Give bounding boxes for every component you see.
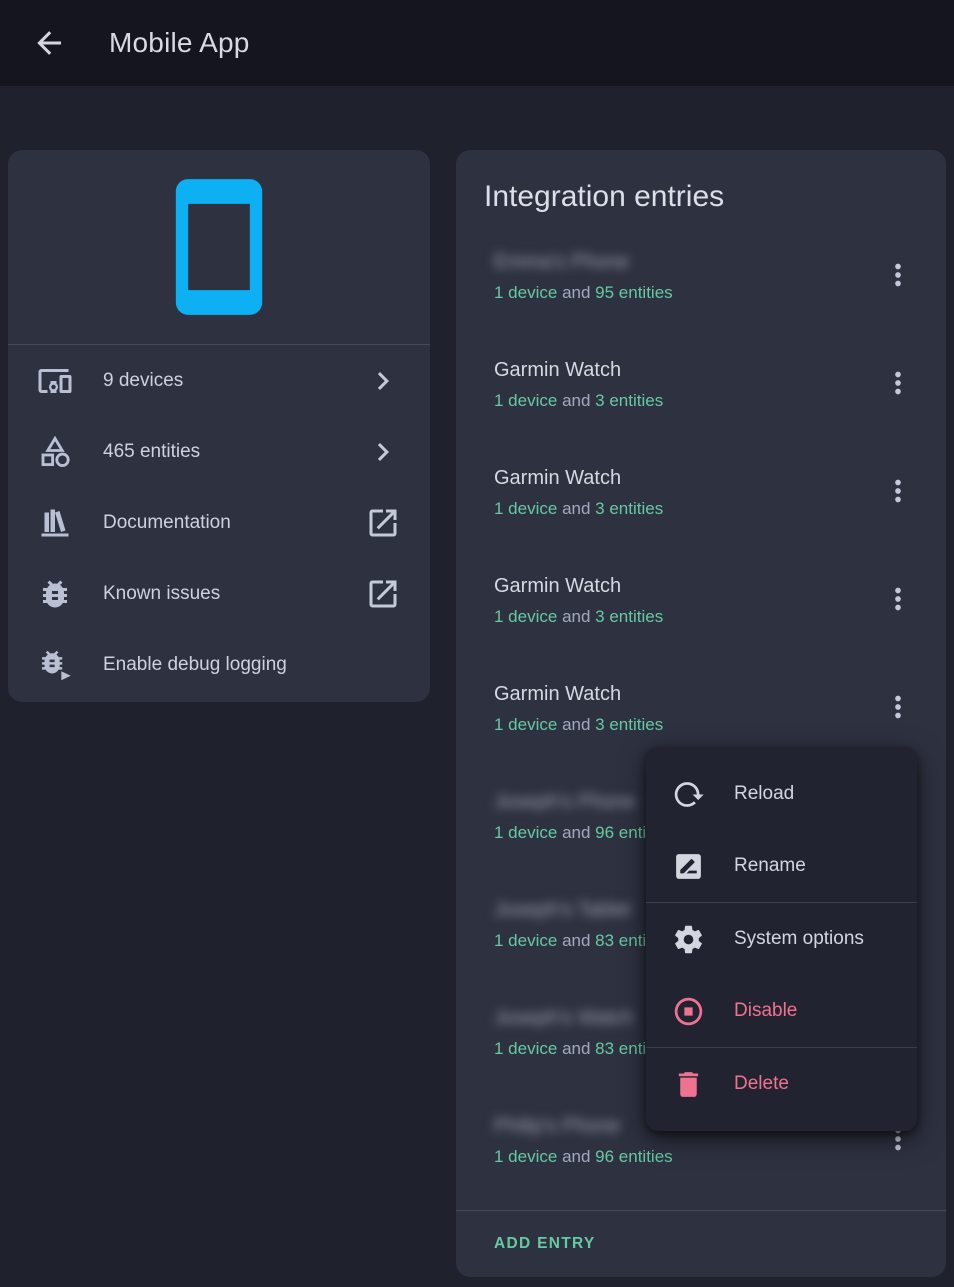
devices-link-label: 9 devices <box>103 370 183 392</box>
entry-devices-link[interactable]: 1 device <box>494 715 557 734</box>
entry-name: Garmin Watch <box>494 357 663 383</box>
menu-item-label: Reload <box>734 783 794 805</box>
integration-entry: Garmin Watch 1 device and 3 entities <box>456 561 946 669</box>
entry-menu-button[interactable] <box>878 471 918 511</box>
page-title: Mobile App <box>109 27 250 59</box>
entry-entities-link[interactable]: 96 entities <box>595 1147 673 1166</box>
add-entry-button[interactable]: ADD ENTRY <box>494 1235 596 1253</box>
bug-icon <box>37 576 73 612</box>
entries-card-footer: ADD ENTRY <box>456 1210 946 1277</box>
menu-item-disable[interactable]: Disable <box>646 975 917 1047</box>
bug-play-icon <box>37 647 73 683</box>
entry-summary: 1 device and 95 entities <box>494 282 673 304</box>
entry-summary: 1 device and 3 entities <box>494 498 663 520</box>
dots-vertical-icon <box>881 366 915 400</box>
entry-menu-button[interactable] <box>878 363 918 403</box>
entities-link-label: 465 entities <box>103 441 200 463</box>
bookshelf-icon <box>37 505 73 541</box>
entry-devices-link[interactable]: 1 device <box>494 391 557 410</box>
devices-icon <box>37 363 73 399</box>
entry-name: Garmin Watch <box>494 681 663 707</box>
entry-summary: 1 device and 96 entities <box>494 1146 673 1168</box>
integration-info-card: 9 devices 465 entities Documentation Kno… <box>8 150 430 702</box>
entry-devices-link[interactable]: 1 device <box>494 1147 557 1166</box>
entry-devices-link[interactable]: 1 device <box>494 499 557 518</box>
dots-vertical-icon <box>881 582 915 616</box>
entry-devices-link[interactable]: 1 device <box>494 823 557 842</box>
menu-item-label: System options <box>734 928 864 950</box>
menu-item-label: Disable <box>734 1000 797 1022</box>
entry-name: Garmin Watch <box>494 465 663 491</box>
rename-box-icon <box>672 850 705 883</box>
entry-entities-link[interactable]: 3 entities <box>595 607 663 626</box>
entry-context-menu: Reload Rename System options Disable Del… <box>646 747 917 1131</box>
entry-summary: 1 device and 3 entities <box>494 714 663 736</box>
entry-entities-link[interactable]: 95 entities <box>595 283 673 302</box>
entry-entities-link[interactable]: 3 entities <box>595 499 663 518</box>
integration-entry: Garmin Watch 1 device and 3 entities <box>456 453 946 561</box>
entry-summary: 1 device and 3 entities <box>494 390 663 412</box>
known-issues-link-label: Known issues <box>103 583 220 605</box>
gear-icon <box>672 923 705 956</box>
open-in-new-icon <box>365 505 401 541</box>
enable-debug-logging-row[interactable]: Enable debug logging <box>8 630 430 701</box>
cellphone-icon <box>145 173 293 321</box>
entry-name: Emma's Phone <box>494 249 673 275</box>
known-issues-link-row[interactable]: Known issues <box>8 559 430 630</box>
documentation-link-label: Documentation <box>103 512 231 534</box>
entry-menu-button[interactable] <box>878 255 918 295</box>
menu-item-system-options[interactable]: System options <box>646 903 917 975</box>
back-button[interactable] <box>25 19 73 67</box>
arrow-left-icon <box>31 25 67 61</box>
entry-devices-link[interactable]: 1 device <box>494 607 557 626</box>
entries-card-title: Integration entries <box>456 150 946 217</box>
stop-circle-icon <box>672 995 705 1028</box>
reload-icon <box>672 778 705 811</box>
trash-icon <box>672 1068 705 1101</box>
entry-menu-button[interactable] <box>878 579 918 619</box>
dots-vertical-icon <box>881 474 915 508</box>
menu-item-label: Delete <box>734 1073 789 1095</box>
entry-entities-link[interactable]: 3 entities <box>595 715 663 734</box>
app-bar: Mobile App <box>0 0 954 86</box>
devices-link-row[interactable]: 9 devices <box>8 345 430 416</box>
menu-item-label: Rename <box>734 855 806 877</box>
entry-devices-link[interactable]: 1 device <box>494 283 557 302</box>
chevron-right-icon <box>365 434 401 470</box>
entry-summary: 1 device and 3 entities <box>494 606 663 628</box>
dots-vertical-icon <box>881 258 915 292</box>
entities-link-row[interactable]: 465 entities <box>8 416 430 487</box>
documentation-link-row[interactable]: Documentation <box>8 487 430 558</box>
entry-name: Garmin Watch <box>494 573 663 599</box>
entry-devices-link[interactable]: 1 device <box>494 931 557 950</box>
chevron-right-icon <box>365 363 401 399</box>
menu-item-reload[interactable]: Reload <box>646 758 917 830</box>
menu-item-rename[interactable]: Rename <box>646 830 917 902</box>
info-rows: 9 devices 465 entities Documentation Kno… <box>8 345 430 701</box>
shapes-icon <box>37 434 73 470</box>
integration-entry: Emma's Phone 1 device and 95 entities <box>456 237 946 345</box>
integration-logo-area <box>8 150 430 345</box>
menu-item-delete[interactable]: Delete <box>646 1048 917 1120</box>
integration-entry: Garmin Watch 1 device and 3 entities <box>456 345 946 453</box>
open-in-new-icon <box>365 576 401 612</box>
entry-entities-link[interactable]: 3 entities <box>595 391 663 410</box>
entry-menu-button[interactable] <box>878 687 918 727</box>
dots-vertical-icon <box>881 690 915 724</box>
entry-devices-link[interactable]: 1 device <box>494 1039 557 1058</box>
enable-debug-logging-label: Enable debug logging <box>103 654 287 676</box>
